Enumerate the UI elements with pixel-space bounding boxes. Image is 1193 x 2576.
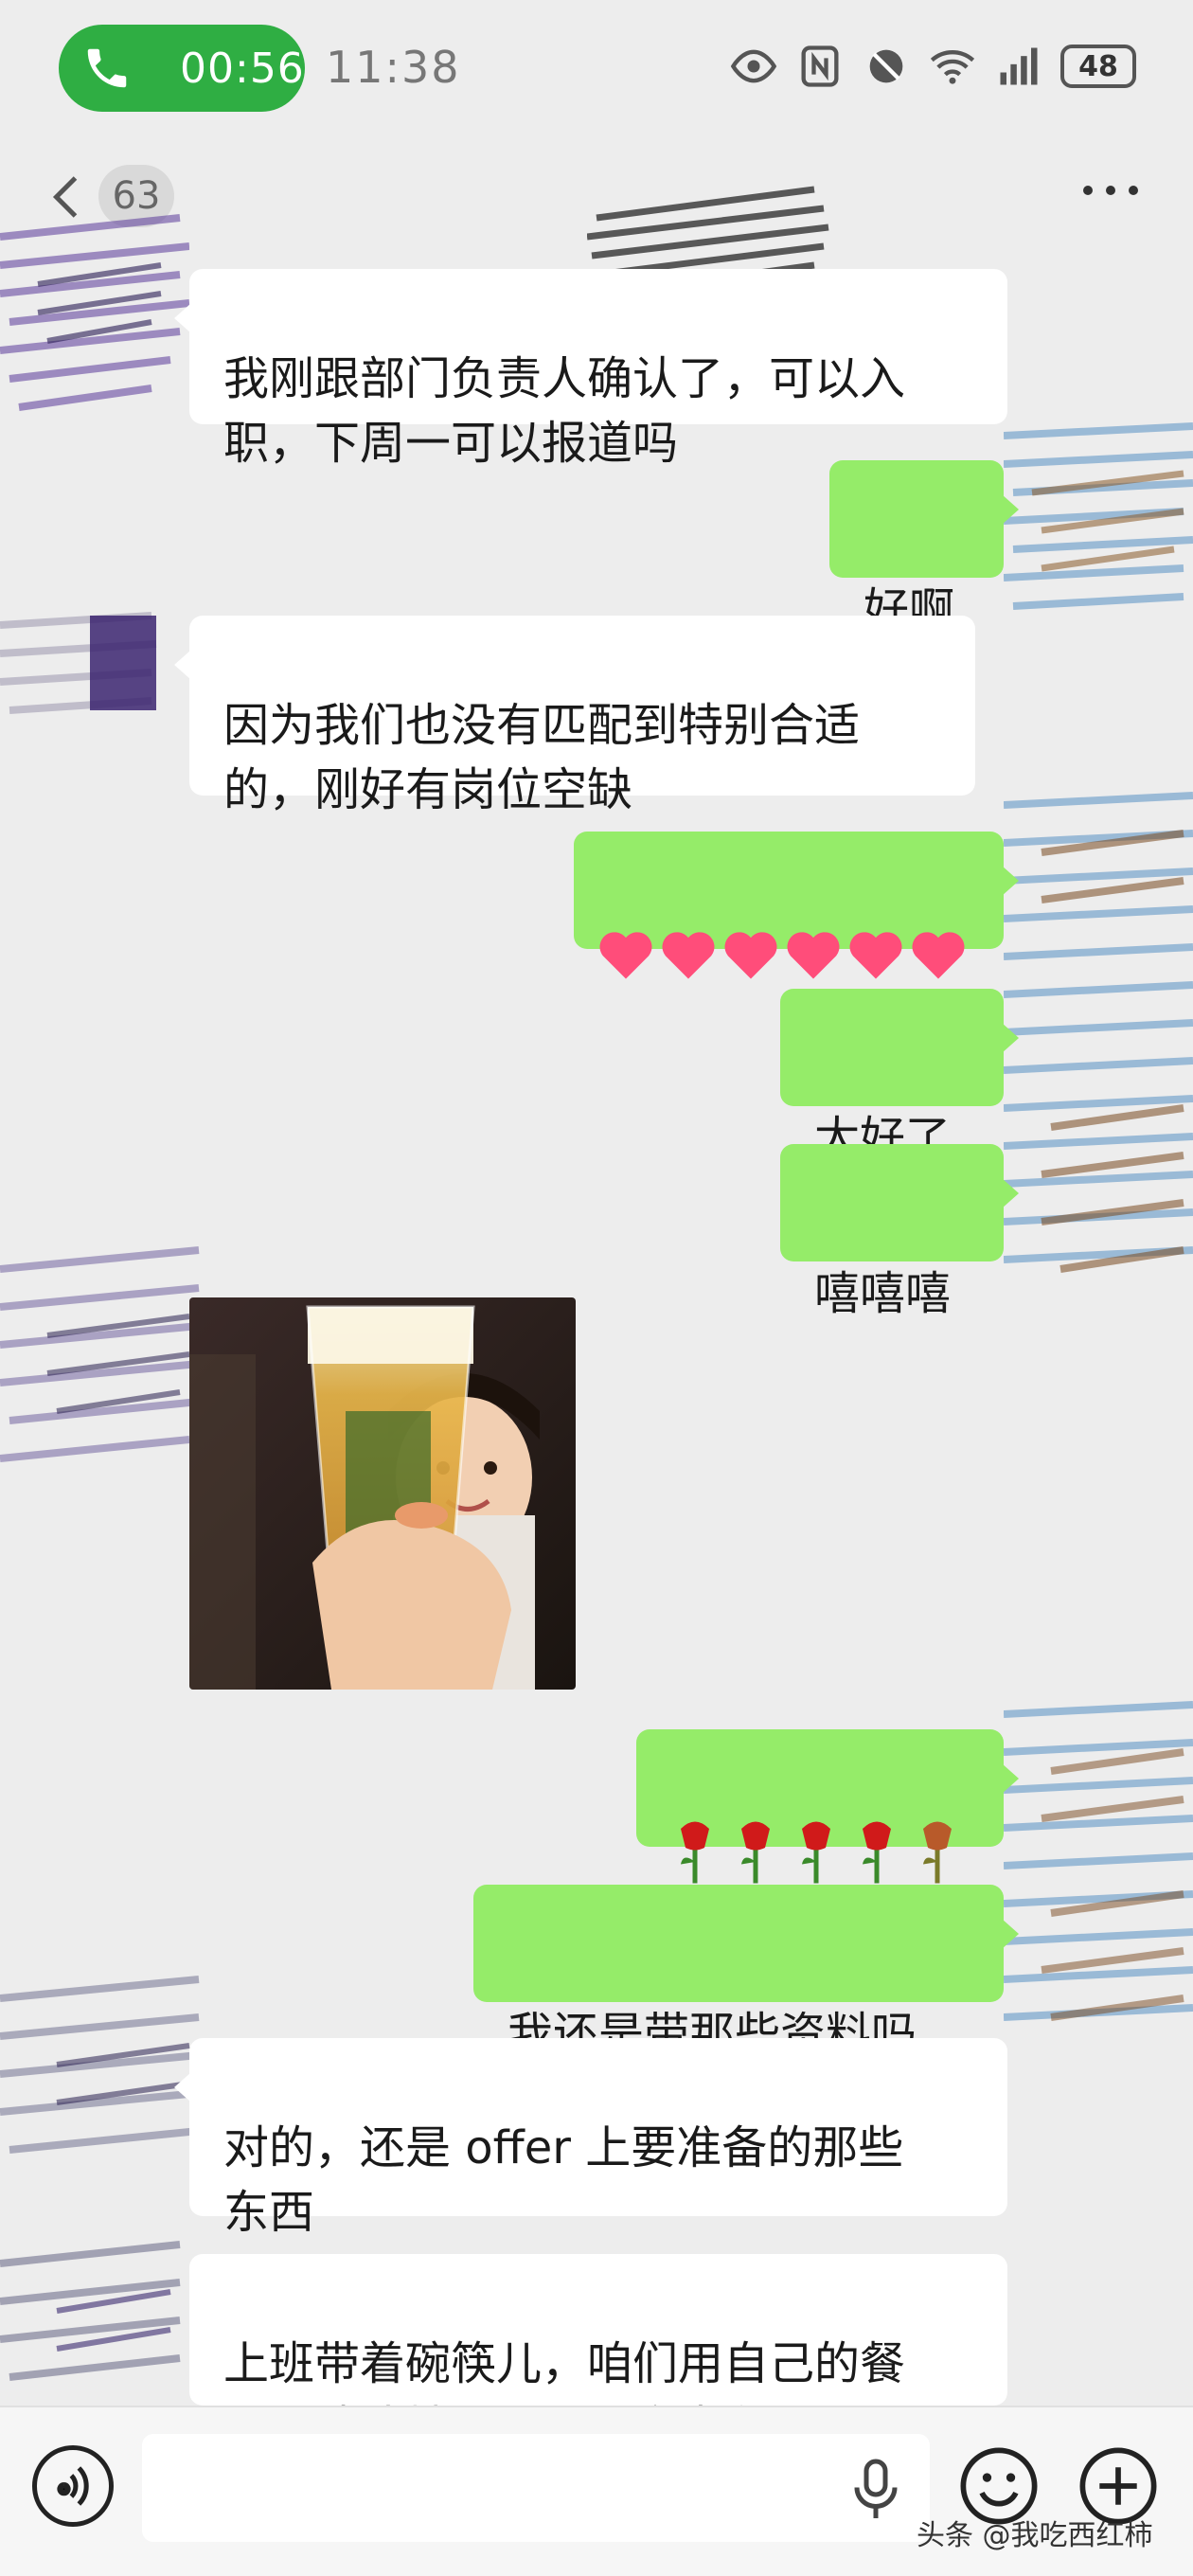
photo-child-holding-beer-glass xyxy=(189,1297,576,1690)
image-message[interactable] xyxy=(189,1297,576,1690)
more-dots-icon[interactable] xyxy=(1083,186,1138,195)
message-bubble-incoming[interactable]: 因为我们也没有匹配到特别合适 的，刚好有岗位空缺 xyxy=(174,616,975,816)
message-bubble-outgoing[interactable]: 好啊 xyxy=(829,460,1019,636)
message-text: 对的，还是 offer 上要准备的那些 东西 xyxy=(223,2121,904,2239)
signal-icon xyxy=(1000,47,1038,85)
contact-avatar[interactable] xyxy=(0,208,189,426)
message-bubble-incoming[interactable]: 上班带着碗筷儿，咱们用自己的餐 具，洗洁精不用带，食堂有 xyxy=(189,2254,1007,2406)
wilted-rose-icon xyxy=(923,1821,952,1884)
heart-icon xyxy=(662,932,715,979)
nfc-icon xyxy=(801,45,839,87)
battery-icon: 48 xyxy=(1060,45,1136,88)
status-bar: 00:56 11:38 48 xyxy=(0,0,1193,142)
contact-avatar[interactable] xyxy=(0,1970,208,2169)
self-avatar[interactable] xyxy=(1004,786,1193,1316)
heart-icon xyxy=(912,932,965,979)
eye-icon xyxy=(730,49,777,83)
self-avatar[interactable] xyxy=(1004,1686,1193,2065)
contact-avatar[interactable] xyxy=(0,597,161,748)
message-bubble-outgoing[interactable]: 太好了 xyxy=(780,989,1019,1165)
rose-icon xyxy=(863,1821,891,1884)
heart-icon xyxy=(849,932,902,979)
message-input[interactable] xyxy=(142,2434,930,2542)
contact-avatar[interactable] xyxy=(0,2235,189,2406)
voice-icon[interactable] xyxy=(32,2445,114,2527)
heart-icon xyxy=(787,932,840,979)
heart-icon xyxy=(724,932,777,979)
rose-icon xyxy=(802,1821,830,1884)
watermark: 头条 @我吃西红柿 xyxy=(917,2519,1153,2552)
ongoing-call-pill[interactable]: 00:56 xyxy=(59,25,305,112)
message-bubble-outgoing[interactable]: 嘻嘻嘻 xyxy=(780,1144,1019,1320)
message-bubble-outgoing[interactable] xyxy=(636,1729,1019,1884)
message-bubble-outgoing[interactable]: 我还是带那些资料吗 xyxy=(473,1885,1019,2061)
message-text: 因为我们也没有匹配到特别合适 的，刚好有岗位空缺 xyxy=(223,699,861,816)
message-bubble-outgoing[interactable] xyxy=(574,832,1019,979)
message-text: 我刚跟部门负责人确认了，可以入 职，下周一可以报道吗 xyxy=(223,352,906,470)
wifi-6-icon xyxy=(930,50,975,84)
phone-icon xyxy=(87,48,127,88)
mic-icon[interactable] xyxy=(847,2457,904,2523)
heart-icon xyxy=(599,932,652,979)
clock: 11:38 xyxy=(326,42,461,93)
message-bubble-incoming[interactable]: 我刚跟部门负责人确认了，可以入 职，下周一可以报道吗 xyxy=(174,269,1007,470)
message-text: 上班带着碗筷儿，咱们用自己的餐 具，洗洁精不用带，食堂有 xyxy=(223,2337,906,2406)
self-avatar[interactable] xyxy=(1004,417,1193,625)
contact-avatar[interactable] xyxy=(0,1241,208,1496)
status-icons: 48 xyxy=(729,42,1136,91)
rose-icon xyxy=(681,1821,709,1884)
message-text: 嘻嘻嘻 xyxy=(814,1267,952,1320)
rose-icon xyxy=(741,1821,770,1884)
call-timer: 00:56 xyxy=(180,44,305,93)
battery-level: 48 xyxy=(1078,49,1118,83)
mute-icon xyxy=(869,49,903,83)
message-bubble-incoming[interactable]: 对的，还是 offer 上要准备的那些 东西 xyxy=(174,2038,1007,2239)
